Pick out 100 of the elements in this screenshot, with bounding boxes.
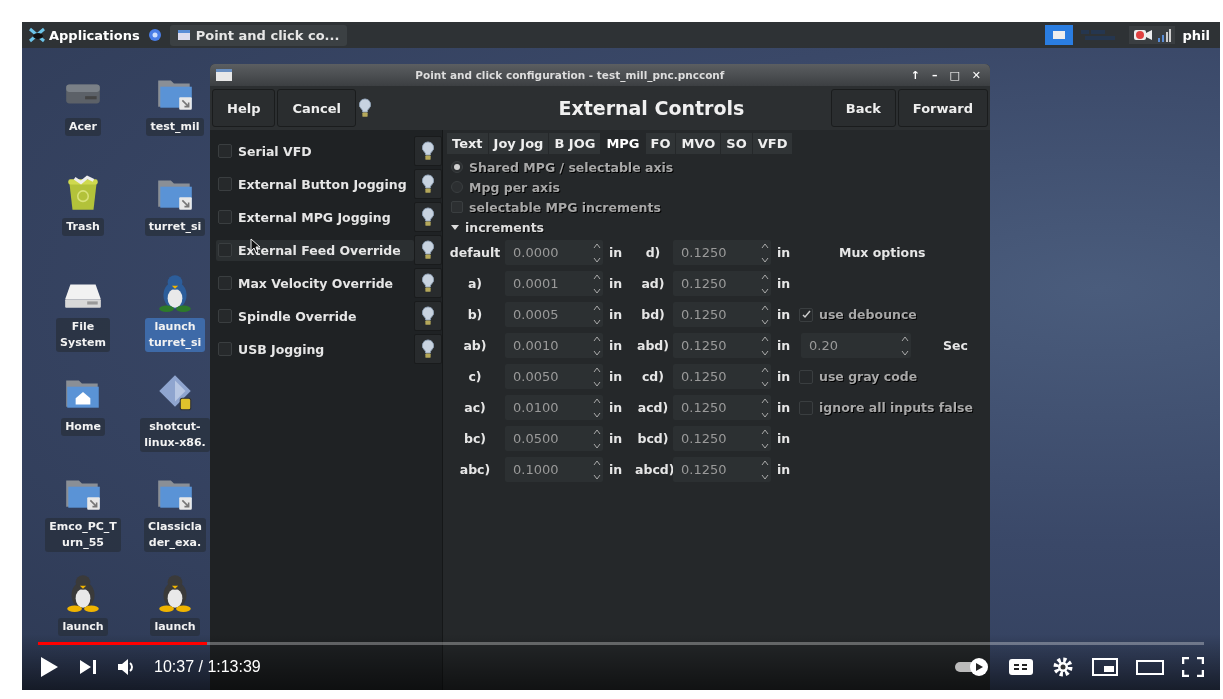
spin-arrows-icon[interactable] [761,365,769,388]
option-checkbox[interactable]: External MPG Jogging [216,206,414,228]
spin-arrows-icon[interactable] [593,365,601,388]
play-icon[interactable] [38,655,60,679]
option-checkbox[interactable]: USB Jogging [216,338,414,360]
settings-icon[interactable] [1052,656,1074,678]
option-checkbox[interactable]: Spindle Override [216,305,414,327]
tab[interactable]: Text [447,133,488,154]
volume-icon[interactable] [116,657,136,677]
signal-icon[interactable] [1156,28,1171,42]
unit-label: in [776,245,792,260]
unit-label: in [608,307,624,322]
spin-field[interactable]: 0.20 [801,333,911,358]
window-control-button[interactable]: ↑ [907,68,923,82]
spin-arrows-icon[interactable] [761,303,769,326]
spin-field[interactable]: 0.0050 [505,364,603,389]
spin-field[interactable]: 0.0010 [505,333,603,358]
miniplayer-icon[interactable] [1092,657,1118,677]
spin-field[interactable]: 0.1250 [673,426,771,451]
desktop-icon-label[interactable]: launch turret_si [144,318,206,352]
spin-field[interactable]: 0.1250 [673,333,771,358]
workspace-icon[interactable] [1044,25,1073,45]
desktop-icon-label[interactable]: File System [56,318,110,352]
unit-label: Sec [942,338,968,353]
video-camera-icon[interactable] [1132,28,1153,42]
desktop-icon-label[interactable]: launch [58,618,108,636]
spin-field[interactable]: 0.1250 [673,271,771,296]
tab[interactable]: MVO [676,133,721,154]
spin-field[interactable]: 0.1250 [673,302,771,327]
spin-arrows-icon[interactable] [761,427,769,450]
tab[interactable]: SO [721,133,752,154]
help-bulb-button[interactable] [414,268,442,298]
desktop-icon-label[interactable]: launch [150,618,200,636]
option-checkbox[interactable]: Serial VFD [216,140,414,162]
increment-label: bc) [462,431,488,446]
spin-field[interactable]: 0.1250 [673,457,771,482]
desktop-icon-label[interactable]: Emco_PC_T urn_55 [45,518,121,552]
theater-mode-icon[interactable] [1136,657,1164,677]
captions-icon[interactable] [1008,657,1034,677]
spin-field[interactable]: 0.0001 [505,271,603,296]
desktop-icon-label[interactable]: Acer [65,118,101,136]
desktop-icon-label[interactable]: shotcut- linux-x86. [140,418,210,452]
spin-field[interactable]: 0.0100 [505,395,603,420]
checkbox[interactable] [799,307,813,322]
spin-arrows-icon[interactable] [761,241,769,264]
spin-arrows-icon[interactable] [901,334,909,357]
spin-arrows-icon[interactable] [593,334,601,357]
header-button[interactable]: Help [212,89,276,127]
spin-arrows-icon[interactable] [761,272,769,295]
navigation-button[interactable]: Back [830,89,896,127]
spin-field[interactable]: 0.1000 [505,457,603,482]
help-bulb-button[interactable] [414,169,442,199]
help-bulb-button[interactable] [414,301,442,331]
option-checkbox[interactable]: Max Velocity Override [216,272,414,294]
fullscreen-icon[interactable] [1182,657,1204,677]
help-bulb-button[interactable] [414,136,442,166]
desktop-icon-label[interactable]: turret_si [144,218,206,236]
window-control-button[interactable]: ✕ [968,68,984,82]
spin-arrows-icon[interactable] [593,396,601,419]
bulb-icon [421,338,435,360]
spin-field[interactable]: 0.0005 [505,302,603,327]
spin-field[interactable]: 0.0500 [505,426,603,451]
desktop-icon-label[interactable]: test_mil [146,118,204,136]
navigation-button[interactable]: Forward [897,89,988,127]
checkbox-label: use gray code [819,369,918,384]
window-control-button[interactable]: – [928,68,941,82]
header-button[interactable]: Cancel [277,89,356,127]
window-icon [177,30,190,40]
spin-arrows-icon[interactable] [593,272,601,295]
spin-field[interactable]: 0.1250 [673,240,771,265]
option-checkbox[interactable]: External Button Jogging [216,173,414,195]
desktop-icon-label[interactable]: Home [61,418,105,436]
applications-menu[interactable]: Applications [49,27,140,43]
help-bulb-button[interactable] [414,334,442,364]
spin-field[interactable]: 0.1250 [673,364,771,389]
browser-icon[interactable] [147,28,162,42]
spin-arrows-icon[interactable] [761,334,769,357]
increments-expander[interactable]: increments [447,217,551,237]
taskbar-window-button[interactable]: Point and click co... [169,24,348,46]
spin-arrows-icon[interactable] [593,303,601,326]
spin-arrows-icon[interactable] [593,458,601,481]
tab[interactable]: FO [645,133,676,154]
tab[interactable]: Joy Jog [488,133,549,154]
user-name[interactable]: phil [1182,27,1214,43]
spin-arrows-icon[interactable] [761,396,769,419]
spin-arrows-icon[interactable] [761,458,769,481]
desktop-icon-label[interactable]: Trash [62,218,104,236]
spin-arrows-icon[interactable] [593,427,601,450]
next-icon[interactable] [78,657,98,677]
autoplay-toggle[interactable] [954,657,990,677]
window-control-button[interactable]: □ [946,68,963,82]
desktop-icon-label[interactable]: Classicla der_exa. [144,518,206,552]
playback-time: 10:37 / 1:13:39 [154,658,261,676]
help-bulb-button[interactable] [414,235,442,265]
help-bulb-button[interactable] [414,202,442,232]
spin-arrows-icon[interactable] [593,241,601,264]
tab[interactable]: B JOG [549,133,601,154]
tab[interactable]: VFD [752,133,793,154]
spin-field[interactable]: 0.1250 [673,395,771,420]
spin-field[interactable]: 0.0000 [505,240,603,265]
